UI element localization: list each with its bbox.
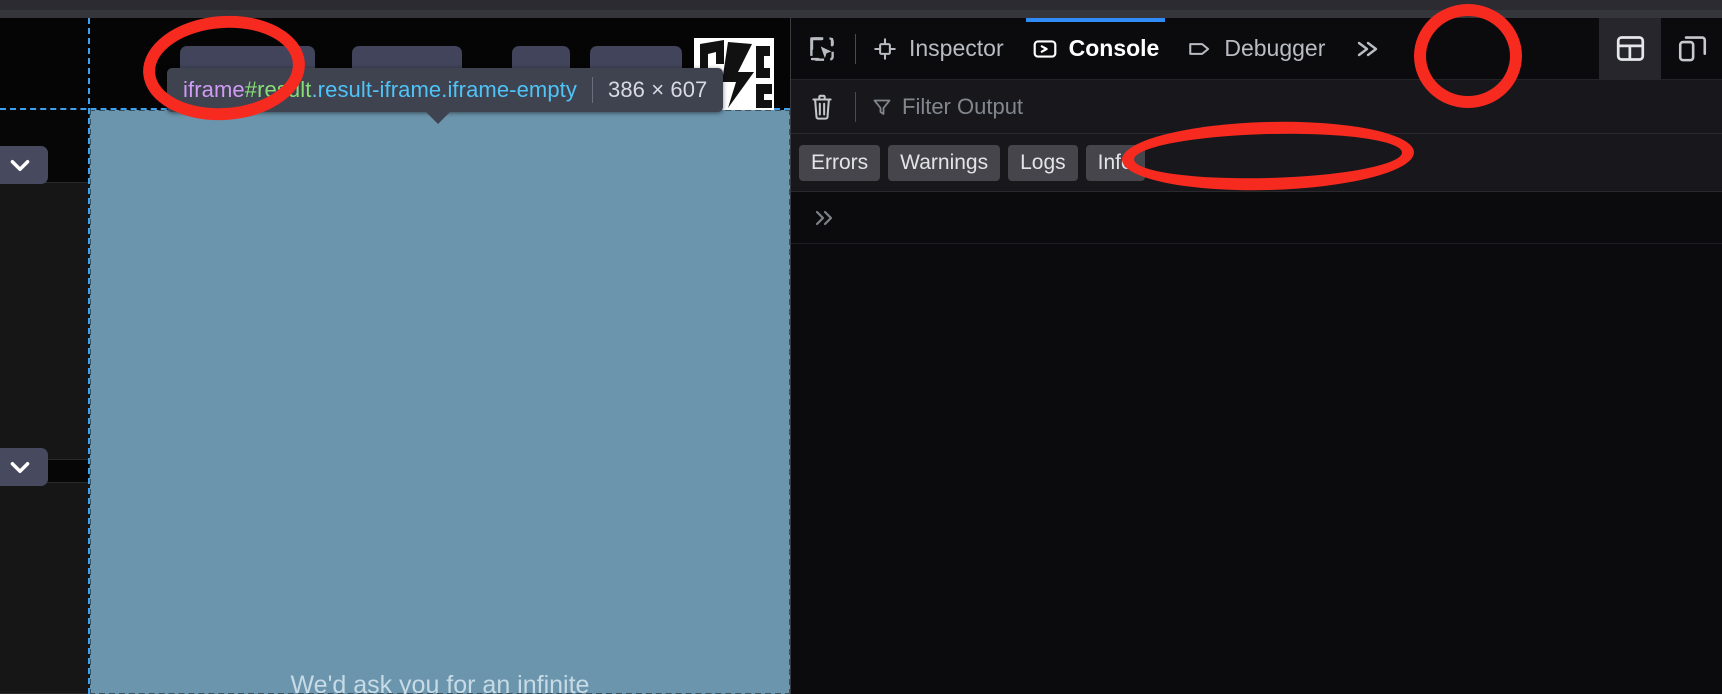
toolbar-separator [855, 33, 856, 64]
debugger-icon [1189, 42, 1210, 55]
node-tooltip-tag: iframe [183, 77, 245, 102]
pill-warnings[interactable]: Warnings [888, 144, 1001, 181]
element-picker-icon [810, 36, 834, 61]
pill-logs[interactable]: Logs [1008, 144, 1078, 181]
trash-icon [812, 94, 832, 120]
console-icon [1033, 39, 1056, 58]
node-tooltip-classes: .result-iframe.iframe-empty [311, 77, 577, 102]
responsive-design-mode-button[interactable] [1661, 18, 1722, 80]
collapse-chevron-bottom[interactable] [0, 448, 48, 486]
os-title-strip [0, 0, 1722, 10]
element-picker-button[interactable] [791, 18, 853, 80]
tab-debugger-label: Debugger [1224, 35, 1326, 61]
toolbar-overflow-button[interactable] [1339, 18, 1397, 80]
console-category-pills: Errors Warnings Logs Info [791, 134, 1722, 192]
console-filter-bar: Filter Output [791, 80, 1722, 134]
node-tooltip-dimensions: 386 × 607 [608, 77, 708, 102]
collapse-chevron-top[interactable] [0, 146, 48, 184]
chevron-double-right-icon [1358, 41, 1378, 56]
highlighter-node-tooltip: iframe #result .result-iframe.iframe-empty… [167, 68, 724, 112]
inspector-icon [874, 37, 896, 60]
tab-inspector[interactable]: Inspector [858, 18, 1018, 80]
pill-errors[interactable]: Errors [799, 144, 881, 181]
highlighter-guide-vertical [88, 18, 90, 694]
clear-console-button[interactable] [791, 80, 853, 134]
devtools-pane: Inspector Console Debugger Filter Output… [790, 17, 1722, 694]
pill-info[interactable]: Info [1085, 144, 1145, 181]
browser-page-pane: We'd ask you for an infinite ▴ ▬▬ ▸ [0, 18, 790, 694]
tab-debugger[interactable]: Debugger [1173, 18, 1339, 80]
tab-console[interactable]: Console [1018, 17, 1174, 80]
console-input-prompt[interactable] [791, 192, 1722, 244]
highlighted-iframe-region[interactable]: We'd ask you for an infinite [89, 109, 790, 694]
chevron-down-icon [10, 462, 30, 474]
filter-bar-separator [855, 91, 856, 122]
iframe-body-text: We'd ask you for an infinite [290, 671, 590, 694]
devtools-toolbar: Inspector Console Debugger [791, 17, 1722, 80]
node-tooltip-divider [592, 77, 593, 103]
chevron-double-right-icon [815, 210, 833, 225]
split-console-button[interactable] [1599, 17, 1661, 80]
responsive-device-icon [1678, 36, 1706, 62]
console-output-area [791, 192, 1722, 694]
tab-console-label: Console [1068, 35, 1160, 61]
filter-output-placeholder: Filter Output [902, 93, 1024, 119]
node-tooltip-arrow [425, 111, 451, 124]
codepen-editor-panel-1 [0, 182, 90, 460]
node-tooltip-id: #result [244, 77, 312, 102]
tab-inspector-label: Inspector [909, 35, 1004, 61]
panel-layout-icon [1616, 36, 1644, 61]
screenshot-root: We'd ask you for an infinite ▴ ▬▬ ▸ [0, 0, 1722, 694]
codepen-editor-panel-2 [0, 482, 90, 694]
filter-output-input[interactable]: Filter Output [858, 80, 1722, 134]
filter-icon [873, 99, 891, 115]
chevron-down-icon [10, 160, 30, 172]
